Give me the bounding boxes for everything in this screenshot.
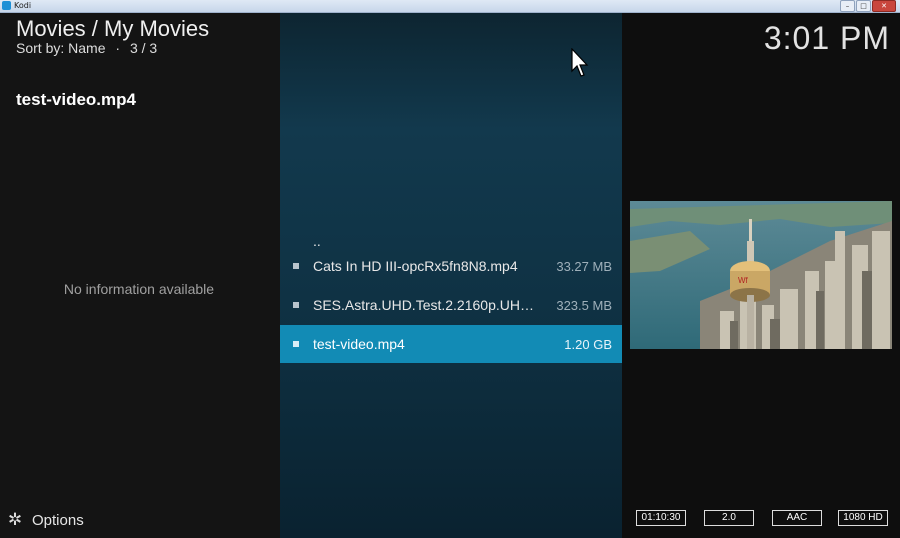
bullet-icon <box>293 302 299 308</box>
selected-item-title: test-video.mp4 <box>16 90 136 109</box>
bullet-icon <box>293 238 299 244</box>
file-list: .. Cats In HD III-opcRx5fn8N8.mp4 33.27 … <box>280 13 622 538</box>
no-info-message: No information available <box>63 281 215 297</box>
bullet-icon <box>293 263 299 269</box>
window-title: Kodi <box>14 1 32 10</box>
gear-icon: ✲ <box>7 510 23 529</box>
breadcrumb: Movies / My Movies <box>16 16 210 41</box>
options-label: Options <box>32 511 84 529</box>
duration-flag: 01:10:30 <box>636 510 686 526</box>
kodi-logo-icon <box>2 1 11 10</box>
list-item-cats[interactable]: Cats In HD III-opcRx5fn8N8.mp4 33.27 MB <box>280 247 622 285</box>
item-count: 3 / 3 <box>129 40 158 56</box>
video-thumbnail: Wf <box>630 201 892 349</box>
svg-text:Wf: Wf <box>738 276 749 285</box>
list-item-size: 323.5 MB <box>556 297 612 313</box>
close-button[interactable]: ✕ <box>872 0 896 12</box>
list-item-name: test-video.mp4 <box>313 336 405 352</box>
sort-separator: · <box>115 40 121 56</box>
minimize-button[interactable]: – <box>840 0 855 12</box>
window-controls: – □ ✕ <box>840 0 896 12</box>
window-titlebar: Kodi – □ ✕ <box>0 0 900 13</box>
list-item-test-video[interactable]: test-video.mp4 1.20 GB <box>280 325 622 363</box>
clock: 3:01 PM <box>763 20 890 56</box>
list-item-name: SES.Astra.UHD.Test.2.2160p.UHDTV.HEVC.mk… <box>313 297 542 313</box>
list-item-size: 33.27 MB <box>556 258 612 274</box>
options-button[interactable]: ✲ Options <box>6 510 84 530</box>
sort-label: Sort by: Name <box>16 40 106 56</box>
audio-channels-flag: 2.0 <box>704 510 754 526</box>
audio-codec-flag: AAC <box>772 510 822 526</box>
list-item-ses-astra[interactable]: SES.Astra.UHD.Test.2.2160p.UHDTV.HEVC.mk… <box>280 286 622 324</box>
resolution-flag: 1080 HD <box>838 510 888 526</box>
list-item-size: 1.20 GB <box>564 336 612 352</box>
maximize-button[interactable]: □ <box>856 0 871 12</box>
list-item-name: Cats In HD III-opcRx5fn8N8.mp4 <box>313 258 518 274</box>
sort-status: Sort by: Name · 3 / 3 <box>16 40 157 56</box>
mouse-cursor-icon <box>571 48 589 77</box>
bullet-icon <box>293 341 299 347</box>
